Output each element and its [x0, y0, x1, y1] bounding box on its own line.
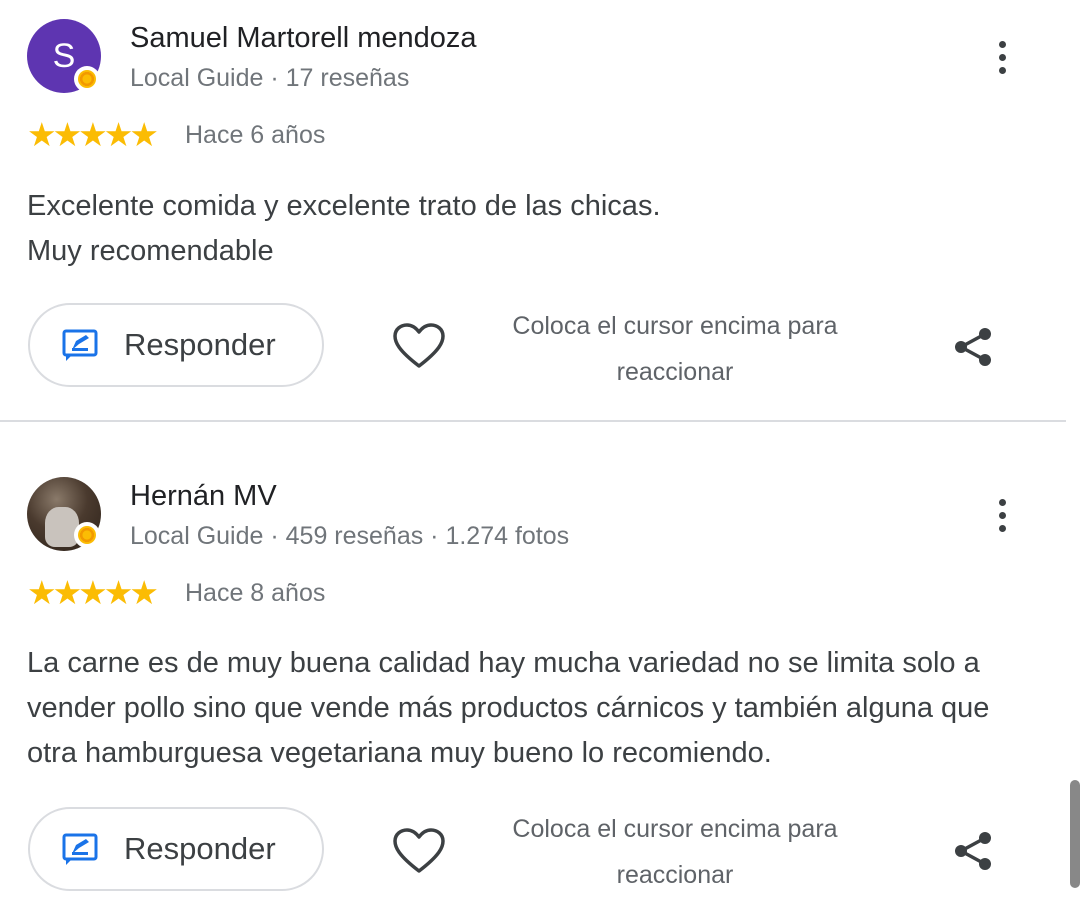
reviewer-name[interactable]: Samuel Martorell mendoza: [130, 22, 477, 55]
review-card: Hernán MV Local Guide · 459 reseñas · 1.…: [0, 422, 1066, 900]
reply-button[interactable]: Responder: [28, 807, 324, 891]
local-guide-badge-icon: [74, 66, 100, 92]
scrollbar[interactable]: [1070, 780, 1080, 888]
reviewer-meta: Local Guide · 17 reseñas: [130, 64, 410, 92]
reply-icon: [62, 833, 98, 865]
heart-outline-icon[interactable]: [392, 322, 446, 370]
more-vert-icon[interactable]: [982, 32, 1022, 82]
reply-button[interactable]: Responder: [28, 303, 324, 387]
reviewer-name[interactable]: Hernán MV: [130, 480, 277, 513]
review-text-line: Excelente comida y excelente trato de la…: [27, 190, 661, 222]
heart-outline-icon[interactable]: [392, 827, 446, 875]
reaction-hint: Coloca el cursor encima para reaccionar: [512, 815, 838, 889]
review-text: La carne es de muy buena calidad hay muc…: [27, 641, 1037, 776]
review-text-line: La carne es de muy buena calidad hay muc…: [27, 647, 990, 769]
local-guide-badge-icon: [74, 522, 100, 548]
review-text: Excelente comida y excelente trato de la…: [27, 184, 1037, 274]
review-date: Hace 6 años: [185, 121, 326, 149]
review-date: Hace 8 años: [185, 579, 326, 607]
reviewer-meta: Local Guide · 459 reseñas · 1.274 fotos: [130, 522, 570, 550]
share-icon[interactable]: [952, 829, 996, 873]
avatar-photo: [45, 507, 79, 547]
star-rating: ★★★★★: [27, 116, 159, 153]
reply-label: Responder: [124, 831, 276, 866]
reaction-hint: Coloca el cursor encima para reaccionar: [512, 312, 838, 386]
review-card: S Samuel Martorell mendoza Local Guide ·…: [0, 0, 1066, 421]
reply-icon: [62, 329, 98, 361]
stars-glyphs: ★★★★★: [27, 116, 159, 153]
stars-glyphs: ★★★★★: [27, 574, 159, 611]
more-vert-icon[interactable]: [982, 490, 1022, 540]
reply-label: Responder: [124, 327, 276, 362]
share-icon[interactable]: [952, 325, 996, 369]
star-rating: ★★★★★: [27, 574, 159, 611]
avatar-letter: S: [52, 36, 76, 75]
review-text-line: Muy recomendable: [27, 235, 274, 267]
